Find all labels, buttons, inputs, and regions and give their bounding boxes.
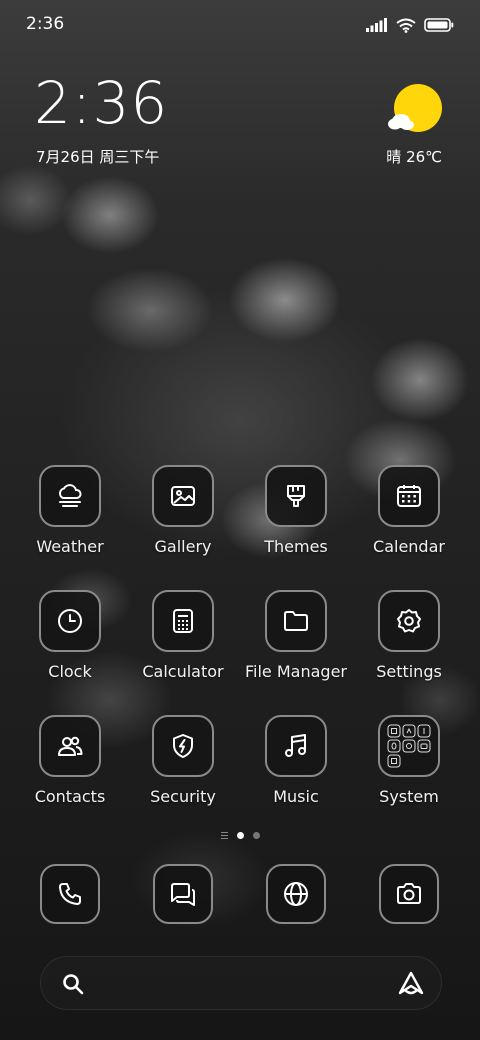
assistant-icon[interactable]: [397, 970, 425, 998]
app-label: System: [379, 787, 439, 806]
dock-phone[interactable]: [40, 864, 100, 924]
themes-brush-icon: [265, 465, 327, 527]
app-settings[interactable]: Settings: [355, 590, 463, 700]
app-label: Calendar: [373, 537, 445, 556]
music-note-icon: [265, 715, 327, 777]
calculator-icon: [152, 590, 214, 652]
app-label: Music: [273, 787, 319, 806]
battery-icon: [424, 18, 454, 32]
gear-icon: [378, 590, 440, 652]
home-screen: 2:36 2:36 7月26日 周三下午 晴 26℃ Weather Galle…: [0, 0, 480, 1040]
security-shield-icon: [152, 715, 214, 777]
app-label: Security: [150, 787, 216, 806]
page-indicator[interactable]: [0, 828, 480, 842]
messages-icon: [171, 883, 195, 906]
dock-browser[interactable]: [266, 864, 326, 924]
status-bar: 2:36: [0, 0, 480, 50]
app-themes[interactable]: Themes: [242, 465, 350, 575]
app-label: File Manager: [245, 662, 347, 681]
page-dot-active: [236, 831, 244, 839]
partly-sunny-icon[interactable]: [384, 84, 444, 144]
app-label: Weather: [36, 537, 104, 556]
app-label: Calculator: [142, 662, 224, 681]
browser-globe-icon: [284, 882, 308, 906]
app-label: Gallery: [154, 537, 212, 556]
clock-widget-time[interactable]: 2:36: [34, 74, 168, 132]
app-music[interactable]: Music: [242, 715, 350, 825]
page-list-icon: [220, 831, 228, 839]
clock-icon: [39, 590, 101, 652]
app-system-folder[interactable]: System: [355, 715, 463, 825]
app-weather[interactable]: Weather: [16, 465, 124, 575]
page-dot: [252, 831, 260, 839]
contacts-icon: [39, 715, 101, 777]
app-label: Themes: [264, 537, 328, 556]
status-time: 2:36: [26, 14, 65, 34]
signal-icon: [366, 18, 387, 32]
weather-icon: [39, 465, 101, 527]
search-bar[interactable]: [40, 956, 442, 1010]
app-label: Contacts: [34, 787, 106, 806]
app-clock[interactable]: Clock: [16, 590, 124, 700]
app-calendar[interactable]: Calendar: [355, 465, 463, 575]
folder-icon: [265, 590, 327, 652]
search-icon: [63, 974, 84, 995]
wifi-icon: [396, 18, 416, 33]
status-icons: [366, 14, 454, 36]
app-file-manager[interactable]: File Manager: [242, 590, 350, 700]
weather-text: 晴 26℃: [386, 148, 442, 166]
dock-camera[interactable]: [379, 864, 439, 924]
app-calculator[interactable]: Calculator: [129, 590, 237, 700]
gallery-icon: [152, 465, 214, 527]
app-gallery[interactable]: Gallery: [129, 465, 237, 575]
phone-icon: [59, 883, 81, 905]
app-security[interactable]: Security: [129, 715, 237, 825]
app-label: Clock: [48, 662, 92, 681]
camera-icon: [397, 883, 421, 904]
clock-widget-date: 7月26日 周三下午: [36, 148, 160, 166]
app-label: Settings: [376, 662, 442, 681]
system-folder-icon: [378, 715, 440, 777]
calendar-icon: [378, 465, 440, 527]
dock-messages[interactable]: [153, 864, 213, 924]
app-contacts[interactable]: Contacts: [16, 715, 124, 825]
